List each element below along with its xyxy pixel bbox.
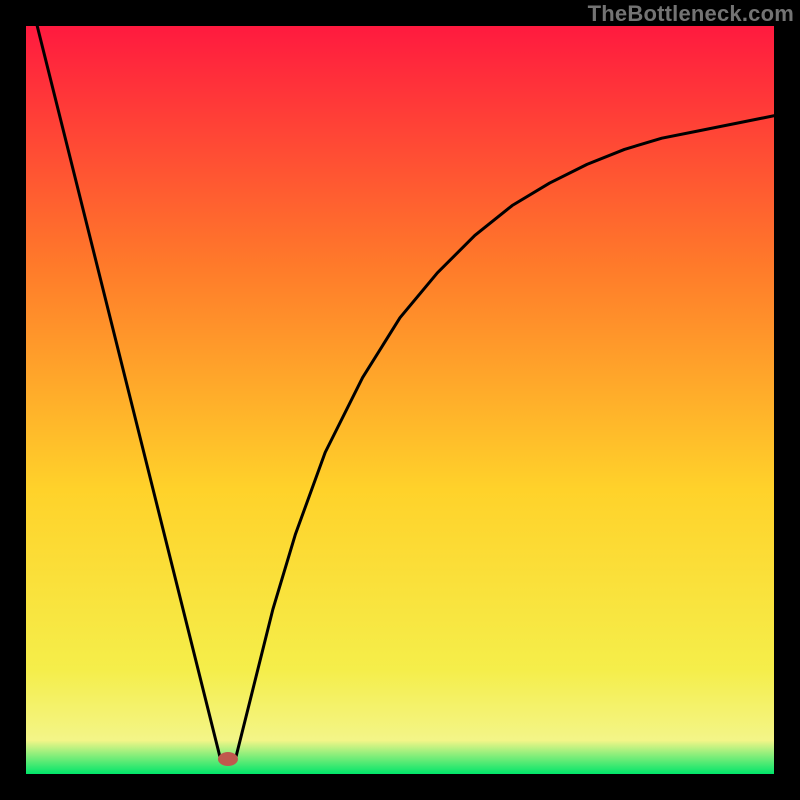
chart-frame <box>26 26 774 774</box>
chart-plot <box>26 26 774 774</box>
watermark-text: TheBottleneck.com <box>588 1 794 27</box>
minimum-marker <box>218 752 238 766</box>
